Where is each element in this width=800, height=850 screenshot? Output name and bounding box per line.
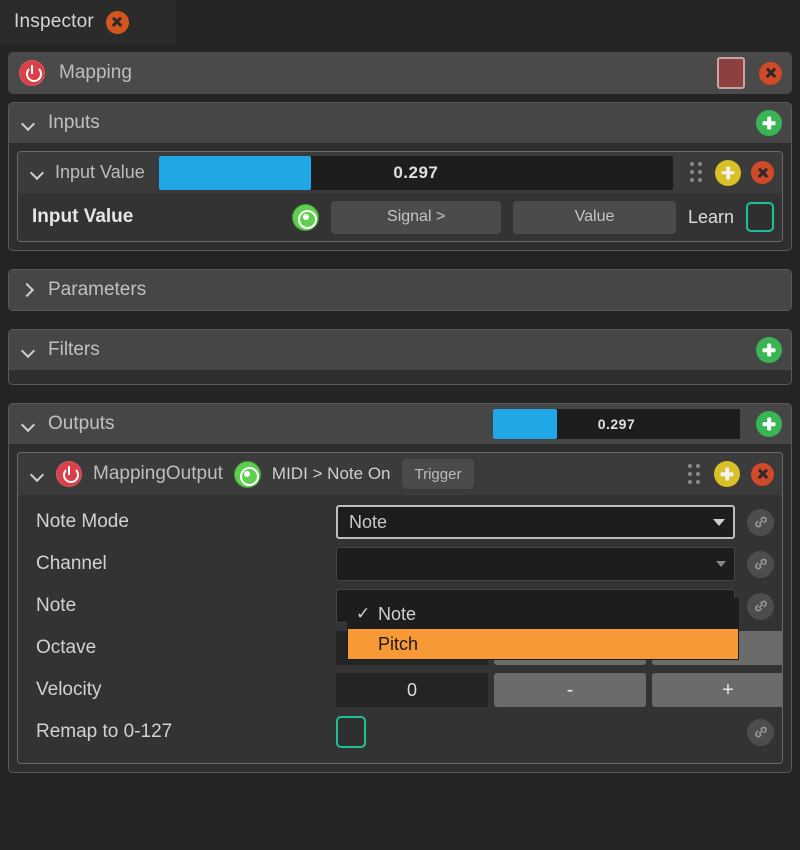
input-value-header: Input Value 0.297 [18,152,782,193]
chevron-down-icon [716,561,726,567]
tab-inspector[interactable]: Inspector [0,0,176,44]
outputs-value-slider[interactable]: 0.297 [493,409,740,439]
chevron-down-icon[interactable] [21,343,36,358]
filters-title: Filters [48,339,744,361]
color-swatch[interactable] [717,57,745,89]
outputs-header[interactable]: Outputs 0.297 [9,404,791,444]
section-parameters: Parameters [8,269,792,311]
velocity-plus-button[interactable]: + [652,673,783,707]
input-value-readout: 0.297 [393,163,438,183]
dropdown-option-label: Note [378,604,416,625]
outputs-value-readout: 0.297 [598,416,636,432]
chevron-down-icon[interactable] [21,116,36,131]
chevron-down-icon[interactable] [30,165,45,180]
parameters-header[interactable]: Parameters [9,270,791,310]
link-icon[interactable] [747,509,774,536]
chevron-down-icon[interactable] [21,417,36,432]
input-value-label: Input Value [32,206,133,228]
drag-handle-icon[interactable] [685,464,703,484]
input-value-slider[interactable]: 0.297 [159,156,673,190]
inputs-header[interactable]: Inputs [9,103,791,143]
mapping-output-name: MappingOutput [93,463,223,485]
chevron-right-icon[interactable] [21,283,36,298]
dropdown-option-label: Pitch [378,634,418,655]
note-mode-value: Note [349,512,713,533]
dropdown-option-pitch[interactable]: Pitch [348,629,738,659]
channel-select[interactable] [336,547,735,581]
close-icon[interactable] [751,161,774,184]
param-row-channel: Channel [18,543,782,585]
slider-fill [493,409,557,439]
filters-body [9,370,791,384]
tab-bar: Inspector [0,0,800,44]
param-label: Octave [36,637,336,659]
plus-icon[interactable] [756,411,782,437]
link-icon[interactable] [747,593,774,620]
param-label: Note Mode [36,511,336,533]
param-row-note-mode: Note Mode Note [18,501,782,543]
learn-checkbox[interactable] [746,202,774,232]
plus-icon[interactable] [756,110,782,136]
tab-bar-empty [176,0,800,44]
tab-label: Inspector [14,11,94,33]
outputs-title: Outputs [48,413,481,435]
trigger-button[interactable]: Trigger [402,459,475,489]
velocity-value[interactable]: 0 [336,673,488,707]
param-label: Channel [36,553,336,575]
chevron-down-icon [713,519,725,526]
param-label: Note [36,595,336,617]
velocity-minus-button[interactable]: - [494,673,646,707]
close-icon[interactable] [751,463,774,486]
check-icon: ✓ [356,604,378,624]
plus-icon[interactable] [714,461,740,487]
plus-icon[interactable] [756,337,782,363]
drag-handle-icon[interactable] [687,163,705,183]
param-row-velocity: Velocity 0 - + [18,669,782,711]
value-button[interactable]: Value [513,201,676,234]
remap-checkbox[interactable] [336,716,366,748]
param-label: Velocity [36,679,336,701]
mapping-output-path[interactable]: MIDI > Note On [272,464,391,484]
input-value-card: Input Value 0.297 Input Value Signal > V… [17,151,783,242]
page-title: Mapping [59,62,703,84]
section-outputs: Outputs 0.297 MappingOutput MIDI > Note … [8,403,792,773]
inputs-title: Inputs [48,112,744,134]
power-icon[interactable] [19,60,45,86]
note-mode-dropdown[interactable]: ✓ Note Pitch [347,598,739,660]
parameters-title: Parameters [48,279,782,301]
learn-label: Learn [688,207,734,228]
section-inputs: Inputs Input Value 0.297 Input Value Sig… [8,102,792,251]
section-filters: Filters [8,329,792,385]
mapping-header: Mapping [8,52,792,94]
inputs-body: Input Value 0.297 Input Value Signal > V… [9,143,791,250]
link-icon[interactable] [747,719,774,746]
note-mode-select[interactable]: Note [336,505,735,539]
param-row-remap: Remap to 0-127 [18,711,782,753]
input-value-detail-row: Input Value Signal > Value Learn [18,193,782,241]
mapping-output-header: MappingOutput MIDI > Note On Trigger [18,453,782,495]
input-value-title: Input Value [55,162,145,183]
close-icon[interactable] [106,11,129,34]
dropdown-option-note[interactable]: ✓ Note [348,599,738,629]
signal-button[interactable]: Signal > [331,201,501,234]
target-icon[interactable] [292,204,319,231]
target-icon[interactable] [234,461,261,488]
plus-icon[interactable] [715,160,741,186]
param-label: Remap to 0-127 [36,721,336,743]
filters-header[interactable]: Filters [9,330,791,370]
link-icon[interactable] [747,551,774,578]
chevron-down-icon[interactable] [30,467,45,482]
power-icon[interactable] [56,461,82,487]
slider-fill [159,156,312,190]
close-icon[interactable] [759,62,782,85]
